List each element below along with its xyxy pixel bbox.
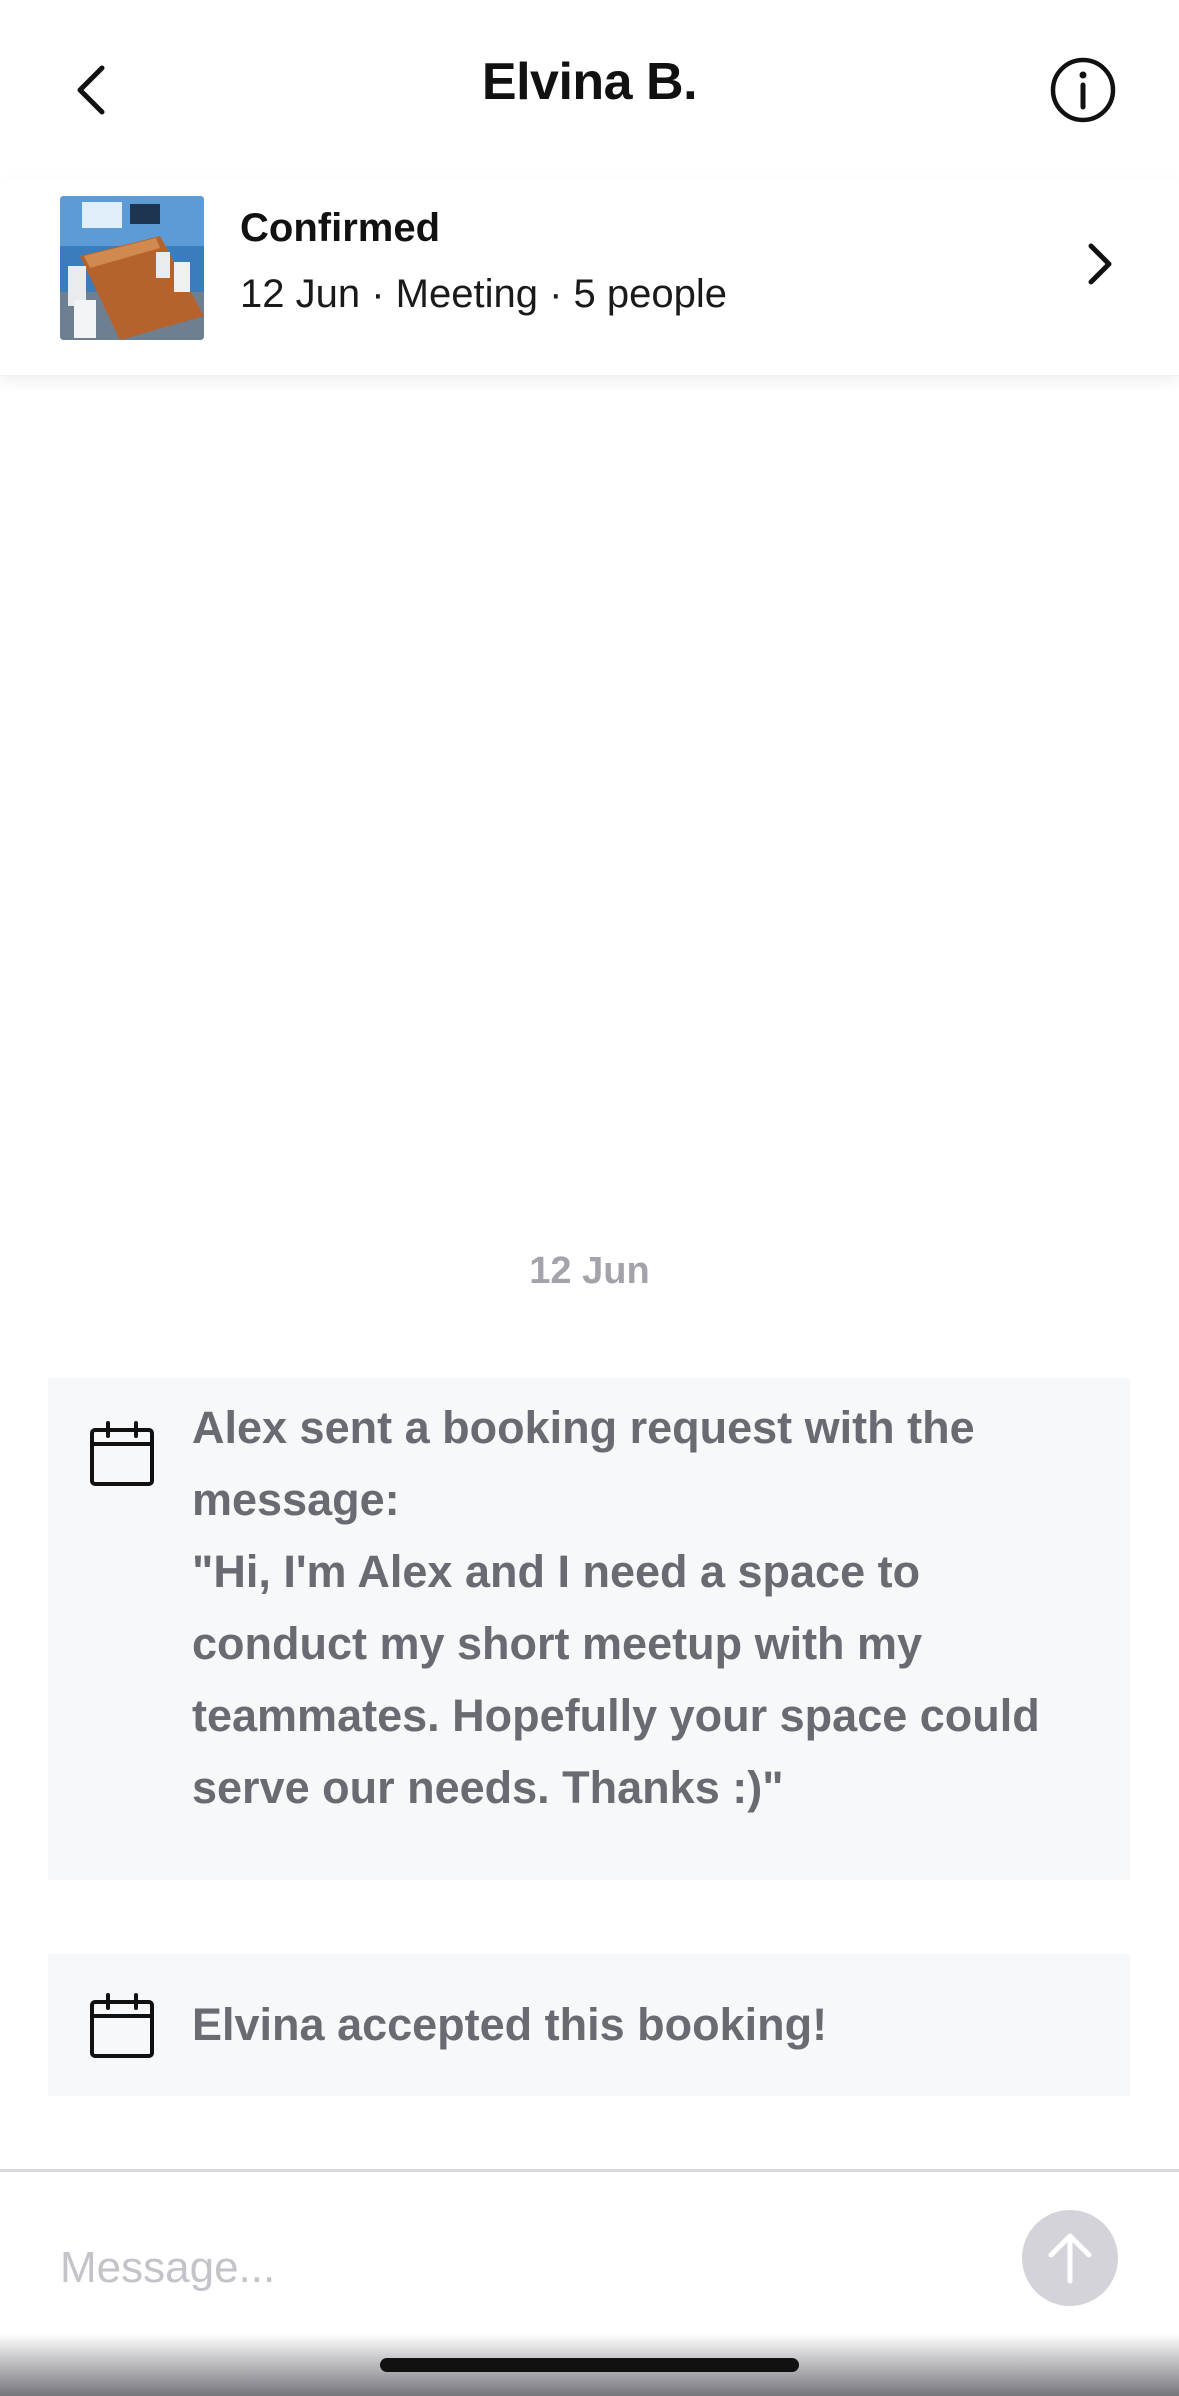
booking-details: 12 Jun · Meeting · 5 people bbox=[240, 272, 727, 316]
system-message-text: Elvina accepted this booking! bbox=[192, 1999, 828, 2050]
info-button[interactable] bbox=[1035, 50, 1131, 130]
calendar-icon bbox=[90, 1421, 154, 1486]
home-indicator-area bbox=[0, 2334, 1179, 2396]
top-nav-bar: Elvina B. bbox=[0, 0, 1179, 178]
send-button[interactable] bbox=[1022, 2210, 1118, 2306]
page-title: Elvina B. bbox=[481, 53, 698, 111]
space-thumbnail bbox=[60, 196, 204, 340]
chevron-right-icon bbox=[1088, 243, 1112, 285]
booking-summary-card[interactable]: Confirmed 12 Jun · Meeting · 5 people bbox=[0, 178, 1179, 376]
open-booking-button[interactable] bbox=[1059, 224, 1139, 304]
info-circle-icon bbox=[1050, 57, 1116, 123]
arrow-up-icon bbox=[1048, 2233, 1092, 2284]
system-message-text: Alex sent a booking request with the mes… bbox=[192, 1402, 1040, 1813]
booking-status: Confirmed bbox=[240, 206, 440, 250]
calendar-icon bbox=[90, 1993, 154, 2058]
system-message: Elvina accepted this booking! bbox=[48, 1954, 1130, 2096]
message-input[interactable] bbox=[60, 2228, 960, 2308]
home-indicator[interactable] bbox=[380, 2358, 799, 2372]
date-separator: 12 Jun bbox=[529, 1250, 650, 1292]
system-message: Alex sent a booking request with the mes… bbox=[48, 1378, 1130, 1880]
